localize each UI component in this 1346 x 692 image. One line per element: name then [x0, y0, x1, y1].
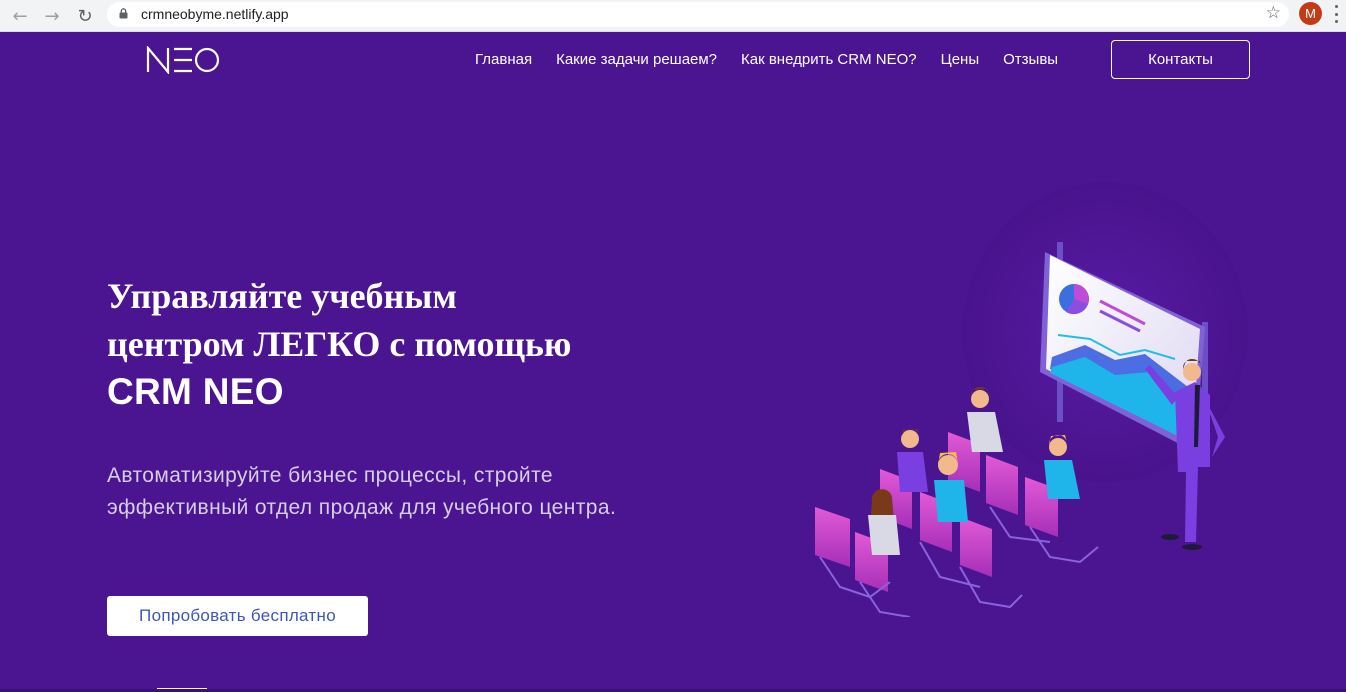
url-text[interactable]: crmneobyme.netlify.app — [141, 6, 289, 22]
back-icon[interactable]: ← — [8, 4, 32, 28]
bottom-tab-marker — [157, 688, 207, 692]
landing-page: Главная Какие задачи решаем? Как внедрит… — [0, 32, 1346, 692]
nav-implement[interactable]: Как внедрить CRM NEO? — [741, 51, 917, 68]
nav-home[interactable]: Главная — [475, 51, 532, 68]
browser-menu-icon[interactable] — [1334, 5, 1338, 23]
hero-subtitle-line1: Автоматизируйте бизнес процессы, стройте — [107, 464, 553, 487]
main-nav: Главная Какие задачи решаем? Как внедрит… — [475, 51, 1058, 68]
nav-tasks[interactable]: Какие задачи решаем? — [556, 51, 717, 68]
contacts-button[interactable]: Контакты — [1111, 40, 1250, 79]
forward-icon[interactable]: → — [40, 4, 64, 28]
bookmark-star-icon[interactable]: ☆ — [1266, 3, 1281, 23]
hero-title-brand: CRM NEO — [107, 371, 284, 412]
hero-subtitle: Автоматизируйте бизнес процессы, стройте… — [107, 460, 747, 524]
address-bar[interactable]: crmneobyme.netlify.app ☆ — [107, 2, 1289, 27]
presentation-illustration — [815, 182, 1248, 617]
nav-reviews[interactable]: Отзывы — [1003, 51, 1058, 68]
lock-icon — [119, 8, 128, 19]
nav-prices[interactable]: Цены — [941, 51, 980, 68]
hero-subtitle-line2: эффективный отдел продаж для учебного це… — [107, 496, 617, 519]
reload-icon[interactable]: ↻ — [73, 4, 97, 28]
hero-title-line2: центром ЛЕГКО с помощью — [107, 324, 572, 364]
hero-title: Управляйте учебным центром ЛЕГКО с помощ… — [107, 272, 727, 416]
profile-avatar[interactable]: M — [1299, 2, 1322, 25]
neo-logo[interactable] — [146, 46, 220, 74]
try-free-button[interactable]: Попробовать бесплатно — [107, 596, 368, 636]
browser-toolbar: ← → ↻ crmneobyme.netlify.app ☆ M — [0, 0, 1346, 32]
hero-title-line1: Управляйте учебным — [107, 276, 457, 316]
